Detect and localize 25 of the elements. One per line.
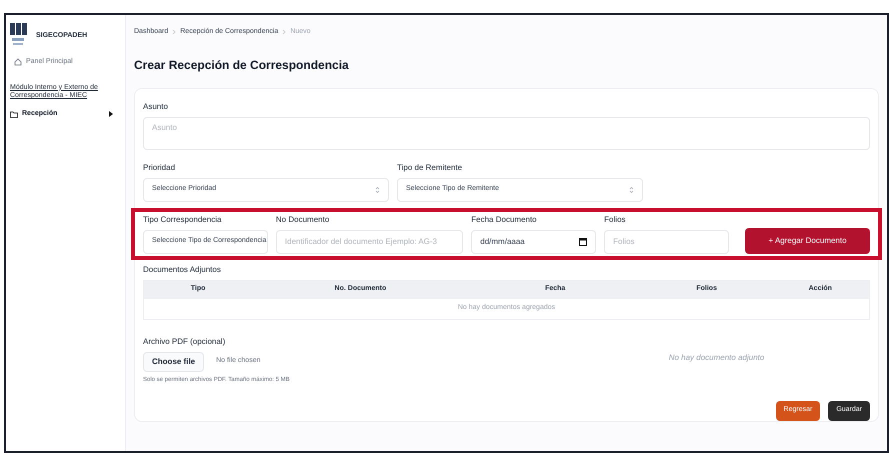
add-document-button[interactable]: + Agregar Documento — [745, 228, 870, 254]
choose-file-button[interactable]: Choose file — [143, 352, 204, 372]
field-label: Fecha Documento — [471, 214, 538, 226]
section-title: Documentos Adjuntos — [143, 264, 222, 276]
date-field[interactable]: dd/mm/aaaa — [471, 230, 596, 254]
home-icon — [14, 58, 22, 66]
field-label: Asunto — [143, 100, 169, 112]
chevron-icon — [629, 186, 634, 194]
chevron-right-icon — [282, 29, 286, 36]
chevron-right-icon — [172, 29, 176, 36]
field-label: Tipo Correspondencia — [143, 214, 222, 226]
caret-icon — [109, 111, 113, 118]
no-attachment-message: No hay documento adjunto — [668, 352, 764, 364]
chevron-icon — [375, 186, 380, 194]
page-title: Crear Recepción de Correspondencia — [134, 56, 350, 74]
field-label: Folios — [604, 214, 627, 226]
folder-icon — [10, 110, 18, 118]
calendar-icon — [579, 238, 588, 246]
field-label: Tipo de Remitente — [397, 162, 464, 174]
subject-field[interactable]: Asunto — [143, 116, 870, 150]
field-label: Prioridad — [143, 162, 176, 174]
field-label: No Documento — [276, 214, 330, 226]
field-label: Archivo PDF (opcional) — [143, 336, 226, 348]
input-field[interactable]: Identificador del documento Ejemplo: AG-3 — [276, 230, 464, 254]
input-field[interactable]: Folios — [604, 230, 730, 254]
